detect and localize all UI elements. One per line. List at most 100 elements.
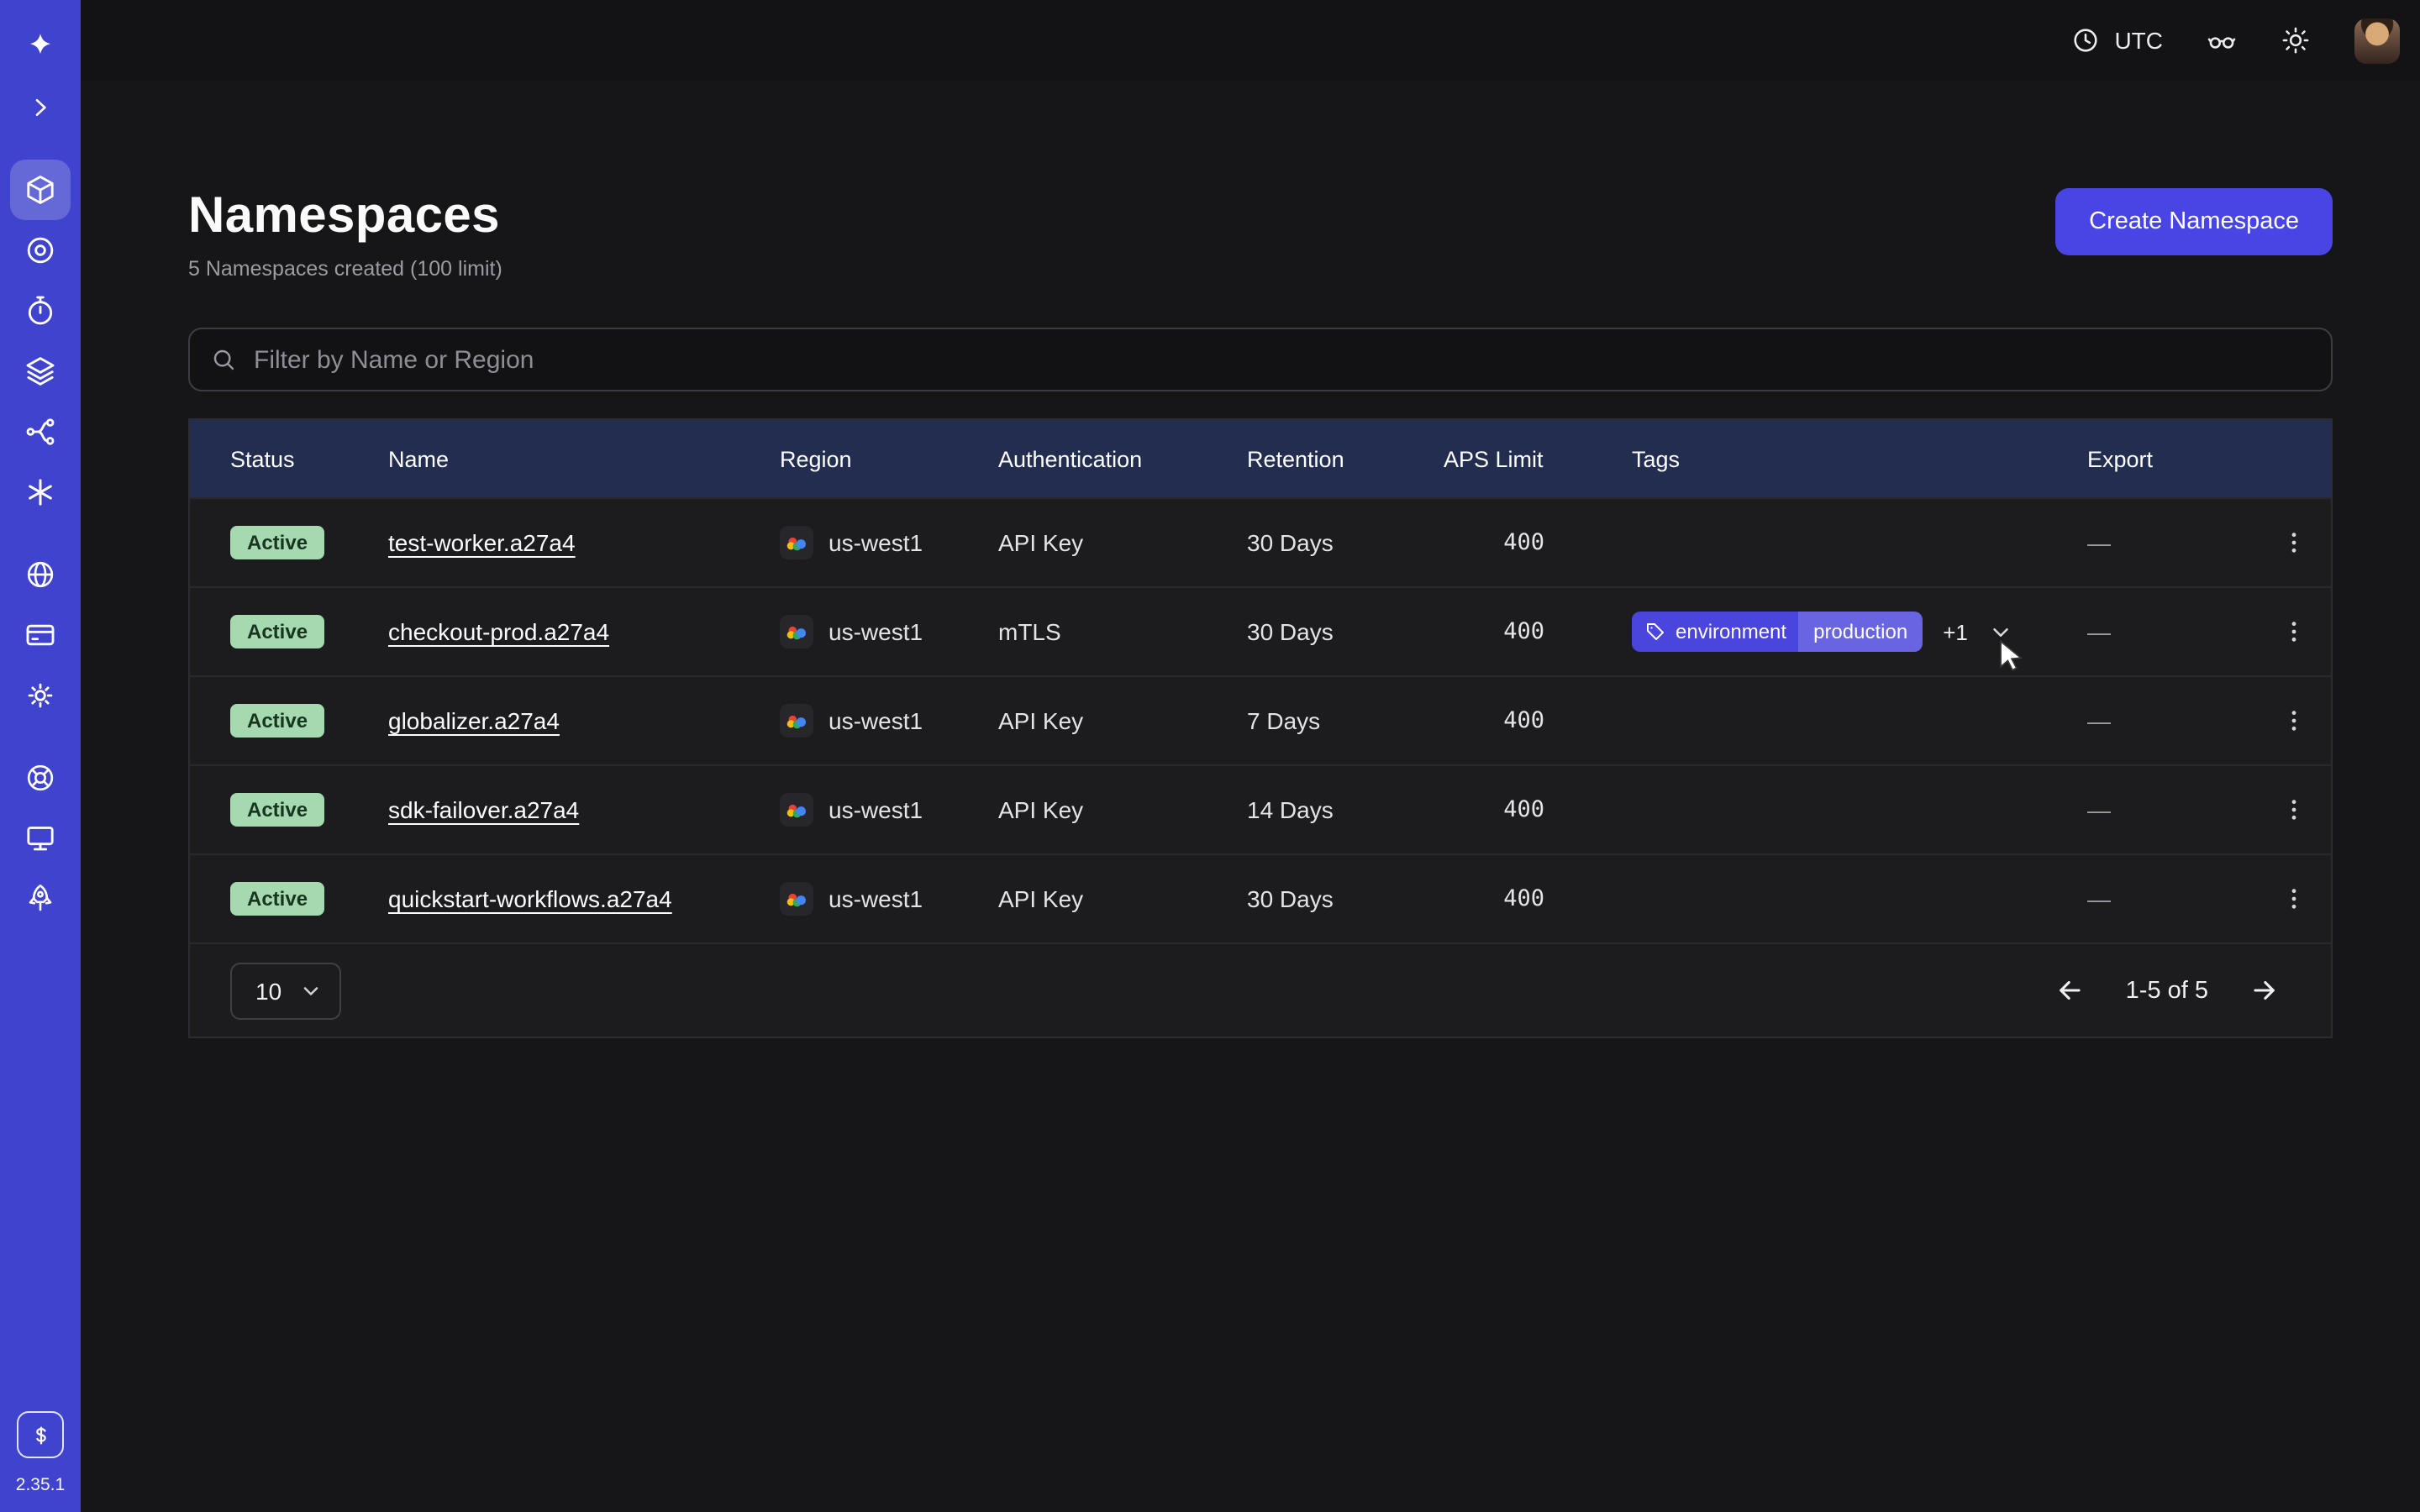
sidebar-item-deployments[interactable] xyxy=(10,341,71,402)
namespace-link[interactable]: sdk-failover.a27a4 xyxy=(388,796,579,823)
status-badge: Active xyxy=(230,526,324,559)
page-size-select[interactable]: 10 xyxy=(230,962,340,1019)
col-export: Export xyxy=(2087,446,2257,471)
namespaces-table: Status Name Region Authentication Retent… xyxy=(188,418,2333,1038)
namespace-link[interactable]: checkout-prod.a27a4 xyxy=(388,618,609,645)
chevron-down-icon[interactable] xyxy=(1988,619,2013,644)
aps-value: 400 xyxy=(1444,618,1544,645)
row-menu-button[interactable] xyxy=(2270,786,2317,833)
table-row: Active checkout-prod.a27a4 us-west1 mTLS… xyxy=(190,586,2331,675)
search-icon xyxy=(210,346,237,373)
auth-value: mTLS xyxy=(998,618,1247,645)
retention-value: 30 Days xyxy=(1247,529,1444,556)
create-namespace-button[interactable]: Create Namespace xyxy=(2055,188,2333,255)
clock-icon xyxy=(2070,25,2101,55)
table-row: Active test-worker.a27a4 us-west1 API Ke… xyxy=(190,497,2331,586)
region-label: us-west1 xyxy=(829,618,923,645)
sidebar-item-schedules[interactable] xyxy=(10,281,71,341)
tag-chip[interactable]: environment production xyxy=(1632,612,1923,652)
region-label: us-west1 xyxy=(829,707,923,734)
sidebar-item-workflows[interactable] xyxy=(10,220,71,281)
auth-value: API Key xyxy=(998,885,1247,912)
kebab-icon xyxy=(2281,618,2307,645)
sidebar-item-getting-started[interactable] xyxy=(10,869,71,929)
arrow-left-icon xyxy=(2054,974,2086,1006)
page-subtitle: 5 Namespaces created (100 limit) xyxy=(188,257,502,281)
row-menu-button[interactable] xyxy=(2270,697,2317,744)
col-retention: Retention xyxy=(1247,446,1444,471)
layers-icon xyxy=(24,354,57,388)
sidebar-item-docs[interactable] xyxy=(10,808,71,869)
region-label: us-west1 xyxy=(829,885,923,912)
col-name: Name xyxy=(388,446,780,471)
retention-value: 7 Days xyxy=(1247,707,1444,734)
namespace-link[interactable]: globalizer.a27a4 xyxy=(388,707,560,734)
dollar-icon xyxy=(28,1422,53,1447)
main-area: UTC Namespaces 5 Namespaces created (100… xyxy=(81,0,2420,1512)
row-menu-button[interactable] xyxy=(2270,519,2317,566)
sidebar-item-regions[interactable] xyxy=(10,544,71,605)
status-badge: Active xyxy=(230,793,324,827)
retention-value: 14 Days xyxy=(1247,796,1444,823)
sidebar-item-batch-operations[interactable] xyxy=(10,402,71,462)
col-tags: Tags xyxy=(1544,446,2087,471)
chevron-down-icon xyxy=(298,979,322,1002)
aps-value: 400 xyxy=(1444,707,1544,734)
timezone-label: UTC xyxy=(2114,27,2163,54)
status-badge: Active xyxy=(230,704,324,738)
gcp-icon xyxy=(780,793,813,827)
col-authentication: Authentication xyxy=(998,446,1247,471)
table-row: Active quickstart-workflows.a27a4 us-wes… xyxy=(190,853,2331,942)
branch-icon xyxy=(24,415,57,449)
next-page-button[interactable] xyxy=(2249,974,2281,1006)
gcp-icon xyxy=(780,615,813,648)
kebab-icon xyxy=(2281,529,2307,556)
tag-more-count[interactable]: +1 xyxy=(1943,619,1968,644)
sidebar-item-support[interactable] xyxy=(10,748,71,808)
rocket-icon xyxy=(24,882,57,916)
retention-value: 30 Days xyxy=(1247,885,1444,912)
gcp-icon xyxy=(780,526,813,559)
monitor-icon xyxy=(24,822,57,855)
sidebar-item-usage[interactable] xyxy=(17,1411,64,1458)
auth-value: API Key xyxy=(998,529,1247,556)
col-region: Region xyxy=(780,446,998,471)
aps-value: 400 xyxy=(1444,885,1544,912)
auth-value: API Key xyxy=(998,796,1247,823)
sun-icon[interactable] xyxy=(2281,25,2311,55)
filter-search[interactable] xyxy=(188,328,2333,391)
sidebar-item-settings[interactable] xyxy=(10,665,71,726)
search-input[interactable] xyxy=(254,345,2311,374)
export-value: — xyxy=(2087,529,2257,556)
gcp-icon xyxy=(780,882,813,916)
prev-page-button[interactable] xyxy=(2054,974,2086,1006)
page-title: Namespaces xyxy=(188,188,502,245)
table-row: Active globalizer.a27a4 us-west1 API Key… xyxy=(190,675,2331,764)
user-avatar[interactable] xyxy=(2354,18,2400,63)
namespace-link[interactable]: quickstart-workflows.a27a4 xyxy=(388,885,672,912)
col-aps-limit: APS Limit xyxy=(1444,446,1544,471)
lifebuoy-icon xyxy=(24,761,57,795)
app-version: 2.35.1 xyxy=(16,1475,65,1495)
page-content: Namespaces 5 Namespaces created (100 lim… xyxy=(81,81,2420,1038)
tag-value: production xyxy=(1798,612,1923,652)
export-value: — xyxy=(2087,796,2257,823)
glasses-icon[interactable] xyxy=(2207,25,2237,55)
target-icon xyxy=(24,234,57,267)
asterisk-icon xyxy=(24,475,57,509)
sidebar-item-namespaces[interactable] xyxy=(10,160,71,220)
row-menu-button[interactable] xyxy=(2270,875,2317,922)
export-value: — xyxy=(2087,618,2257,645)
temporal-logo-icon xyxy=(10,17,71,77)
sidebar-item-billing[interactable] xyxy=(10,605,71,665)
aps-value: 400 xyxy=(1444,796,1544,823)
sidebar: 2.35.1 xyxy=(0,0,81,1512)
sidebar-expand-button[interactable] xyxy=(10,77,71,138)
arrow-right-icon xyxy=(2249,974,2281,1006)
sidebar-item-nexus[interactable] xyxy=(10,462,71,522)
namespace-link[interactable]: test-worker.a27a4 xyxy=(388,529,576,556)
table-header: Status Name Region Authentication Retent… xyxy=(190,420,2331,497)
topbar: UTC xyxy=(81,0,2420,81)
timezone-button[interactable]: UTC xyxy=(2070,25,2163,55)
row-menu-button[interactable] xyxy=(2270,608,2317,655)
